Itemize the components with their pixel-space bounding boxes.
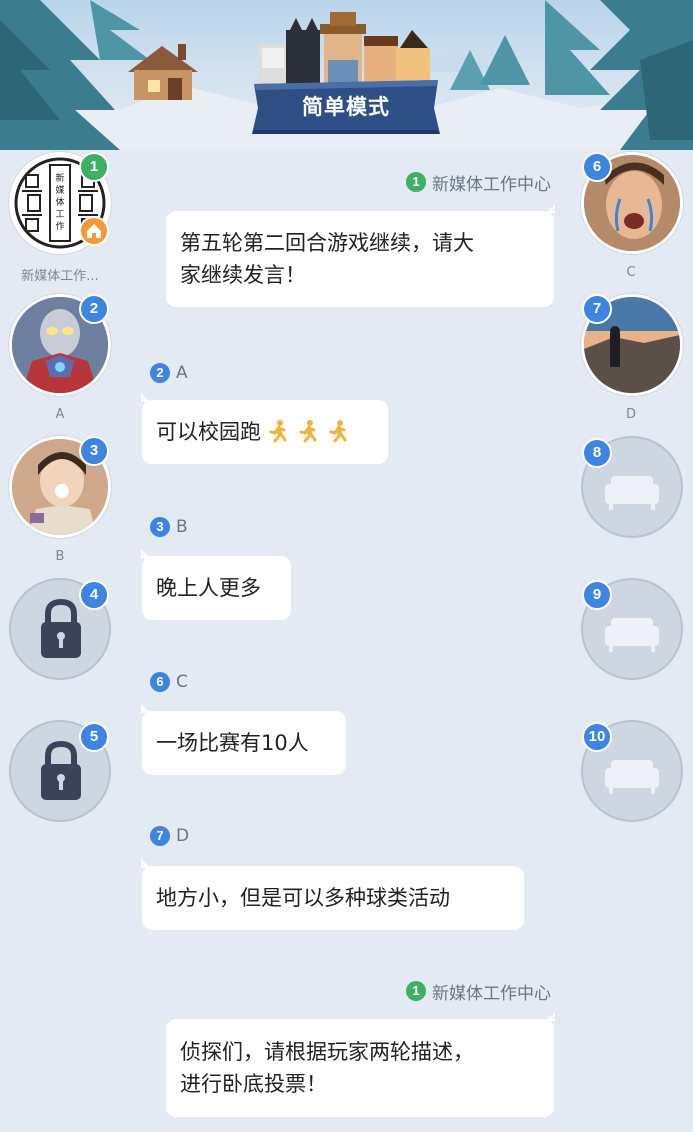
- svg-text:工: 工: [55, 210, 64, 220]
- message-4-bubble: 一场比赛有10人: [141, 704, 346, 775]
- sender-name: 新媒体工作中心: [432, 983, 551, 1004]
- message-5-sender: 7 D: [150, 825, 189, 847]
- message-1-bubble: 第五轮第二回合游戏继续，请大 家继续发言！: [166, 204, 555, 307]
- svg-text:作: 作: [55, 220, 64, 232]
- seat-1-name: 新媒体工作...: [21, 269, 99, 284]
- sender-name: D: [176, 826, 190, 846]
- message-1-line-2: 家继续发言！: [180, 263, 306, 287]
- message-6-sender: 1 新媒体工作中心: [406, 980, 551, 1004]
- message-6-line-1: 侦探们，请根据玩家两轮描述，: [180, 1040, 474, 1064]
- sender-number-badge: 3: [150, 517, 170, 537]
- sender-name: C: [176, 672, 188, 692]
- sender-number-badge: 1: [406, 172, 426, 192]
- message-5-text: 地方小，但是可以多种球类活动: [156, 886, 450, 910]
- message-4-text: 一场比赛有10人: [156, 731, 309, 755]
- host-home-badge: [79, 216, 109, 246]
- seat-6-name: C: [626, 265, 636, 280]
- sender-number-badge: 6: [150, 672, 170, 692]
- sender-name: A: [176, 363, 188, 383]
- seat-8-number-badge: 8: [582, 438, 612, 468]
- message-3-text: 晚上人更多: [156, 576, 261, 600]
- seat-2-number-badge: 2: [79, 294, 109, 324]
- message-6-line-2: 进行卧底投票！: [180, 1072, 327, 1096]
- runner-emoji-icon: [329, 420, 347, 443]
- sender-number-badge: 1: [406, 981, 426, 1001]
- message-2-text: 可以校园跑: [156, 420, 261, 444]
- message-5-bubble: 地方小，但是可以多种球类活动: [141, 859, 524, 930]
- home-icon: [87, 224, 101, 238]
- message-1-line-1: 第五轮第二回合游戏继续，请大: [180, 231, 474, 255]
- seat-7-name: D: [625, 407, 636, 422]
- seat-4-number-badge: 4: [79, 580, 109, 610]
- seat-2-name: A: [55, 407, 65, 422]
- seat-3-number-badge: 3: [79, 436, 109, 466]
- message-4-sender: 6 C: [150, 671, 188, 693]
- message-3-sender: 3 B: [150, 516, 188, 538]
- sender-name: 新媒体工作中心: [432, 174, 551, 195]
- message-3-bubble: 晚上人更多: [141, 549, 291, 620]
- svg-text:新: 新: [55, 172, 64, 184]
- seat-6-number-badge: 6: [582, 152, 612, 182]
- mode-title: 简单模式: [302, 95, 390, 119]
- sender-number-badge: 7: [150, 826, 170, 846]
- sender-name: B: [176, 517, 188, 537]
- sender-number-badge: 2: [150, 363, 170, 383]
- message-2-bubble: 可以校园跑: [141, 393, 388, 464]
- game-header-scene: 简单模式: [0, 0, 693, 150]
- seat-3-name: B: [55, 549, 65, 564]
- seat-10-number-badge: 10: [582, 722, 612, 752]
- message-2-sender: 2 A: [150, 362, 188, 384]
- svg-text:媒: 媒: [55, 185, 64, 196]
- message-1-sender: 1 新媒体工作中心: [406, 171, 551, 195]
- seat-5-number-badge: 5: [79, 722, 109, 752]
- game-characters-illustration: [258, 12, 430, 86]
- seat-9-number-badge: 9: [582, 580, 612, 610]
- svg-text:体: 体: [55, 196, 64, 208]
- mode-banner: 简单模式: [248, 78, 444, 136]
- seat-1-number-badge: 1: [79, 152, 109, 182]
- seat-7-number-badge: 7: [582, 294, 612, 324]
- runner-emoji-icon: [269, 420, 287, 443]
- runner-emoji-icon: [299, 420, 317, 443]
- message-6-bubble: 侦探们，请根据玩家两轮描述， 进行卧底投票！: [166, 1012, 555, 1117]
